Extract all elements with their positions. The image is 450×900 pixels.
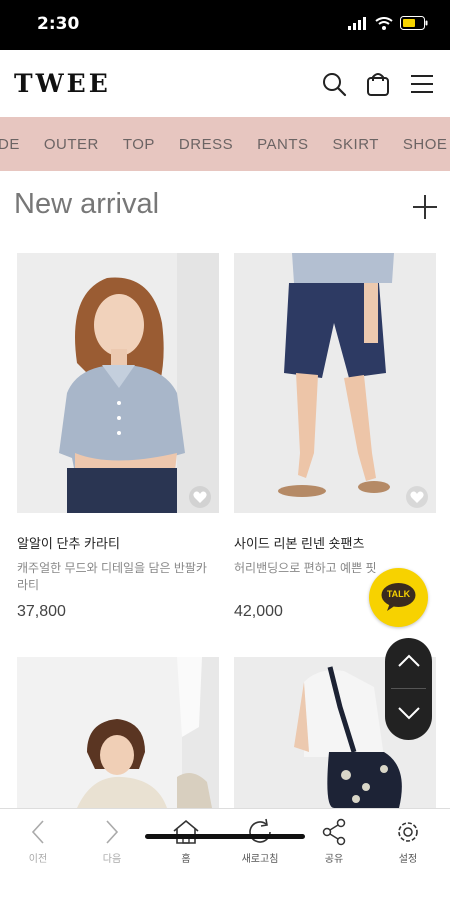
product-price: 37,800 — [17, 603, 66, 620]
header: TWEE — [0, 50, 450, 117]
category-tab-shoe[interactable]: SHOE — [403, 136, 448, 153]
category-tab-outer[interactable]: OUTER — [44, 136, 99, 153]
product-name[interactable]: 사이드 리본 린넨 숏팬츠 — [234, 533, 364, 552]
category-tab[interactable]: DE — [0, 136, 20, 153]
refresh-icon — [249, 818, 271, 843]
nav-back-button[interactable]: 이전 — [8, 817, 68, 867]
home-indicator[interactable] — [145, 834, 305, 839]
nav-label: 홈 — [181, 854, 191, 865]
status-icons — [348, 16, 428, 30]
menu-icon[interactable] — [408, 70, 436, 98]
wishlist-heart-icon[interactable] — [406, 486, 428, 508]
category-bar: DE OUTER TOP DRESS PANTS SKIRT SHOE — [0, 117, 450, 171]
back-arrow-icon — [31, 820, 44, 844]
wifi-icon — [375, 16, 393, 30]
signal-icon — [348, 16, 366, 30]
kakao-talk-button[interactable]: TALK — [369, 568, 428, 627]
category-tab-pants[interactable]: PANTS — [257, 136, 308, 153]
nav-home-button[interactable]: 홈 — [156, 817, 216, 867]
app-content: TWEE DE OUTER TOP DRESS PANTS SKIRT SHOE… — [0, 50, 450, 900]
settings-icon — [398, 822, 418, 842]
scroll-up-icon[interactable] — [397, 654, 421, 668]
divider — [391, 688, 426, 689]
scroll-down-icon[interactable] — [397, 706, 421, 720]
category-list: DE OUTER TOP DRESS PANTS SKIRT SHOE — [0, 117, 450, 171]
talk-label: TALK — [386, 589, 411, 599]
product-price: 42,000 — [234, 603, 283, 620]
nav-label: 새로고침 — [241, 854, 279, 865]
home-icon — [173, 819, 199, 844]
category-tab-dress[interactable]: DRESS — [179, 136, 233, 153]
nav-refresh-button[interactable]: 새로고침 — [230, 817, 290, 867]
battery-icon — [400, 16, 428, 30]
shopping-bag-icon[interactable] — [364, 70, 392, 98]
nav-label: 설정 — [398, 854, 418, 865]
product-description: 캐주얼한 무드와 디테일을 담은 반팔카라티 — [17, 561, 207, 592]
brand-logo[interactable]: TWEE — [14, 69, 111, 98]
product-image[interactable] — [17, 657, 219, 808]
nav-label: 다음 — [102, 854, 122, 865]
forward-arrow-icon — [106, 820, 119, 844]
share-icon — [322, 818, 346, 846]
product-image[interactable] — [17, 253, 219, 513]
nav-share-button[interactable]: 공유 — [304, 817, 364, 867]
nav-label: 이전 — [28, 854, 48, 865]
status-bar: 2:30 — [0, 0, 450, 50]
nav-label: 공유 — [324, 854, 344, 865]
search-icon[interactable] — [320, 70, 348, 98]
nav-forward-button[interactable]: 다음 — [82, 817, 142, 867]
plus-icon[interactable] — [411, 193, 439, 221]
nav-settings-button[interactable]: 설정 — [378, 817, 438, 867]
product-image[interactable] — [234, 253, 436, 513]
scroll-buttons — [385, 638, 432, 740]
category-tab-top[interactable]: TOP — [123, 136, 155, 153]
bottom-nav: 이전 다음 홈 새로고침 공유 설정 — [0, 808, 450, 900]
wishlist-heart-icon[interactable] — [189, 486, 211, 508]
section-title: New arrival — [14, 188, 160, 220]
product-name[interactable]: 알알이 단추 카라티 — [17, 533, 120, 552]
status-time: 2:30 — [37, 14, 80, 34]
category-tab-skirt[interactable]: SKIRT — [333, 136, 379, 153]
